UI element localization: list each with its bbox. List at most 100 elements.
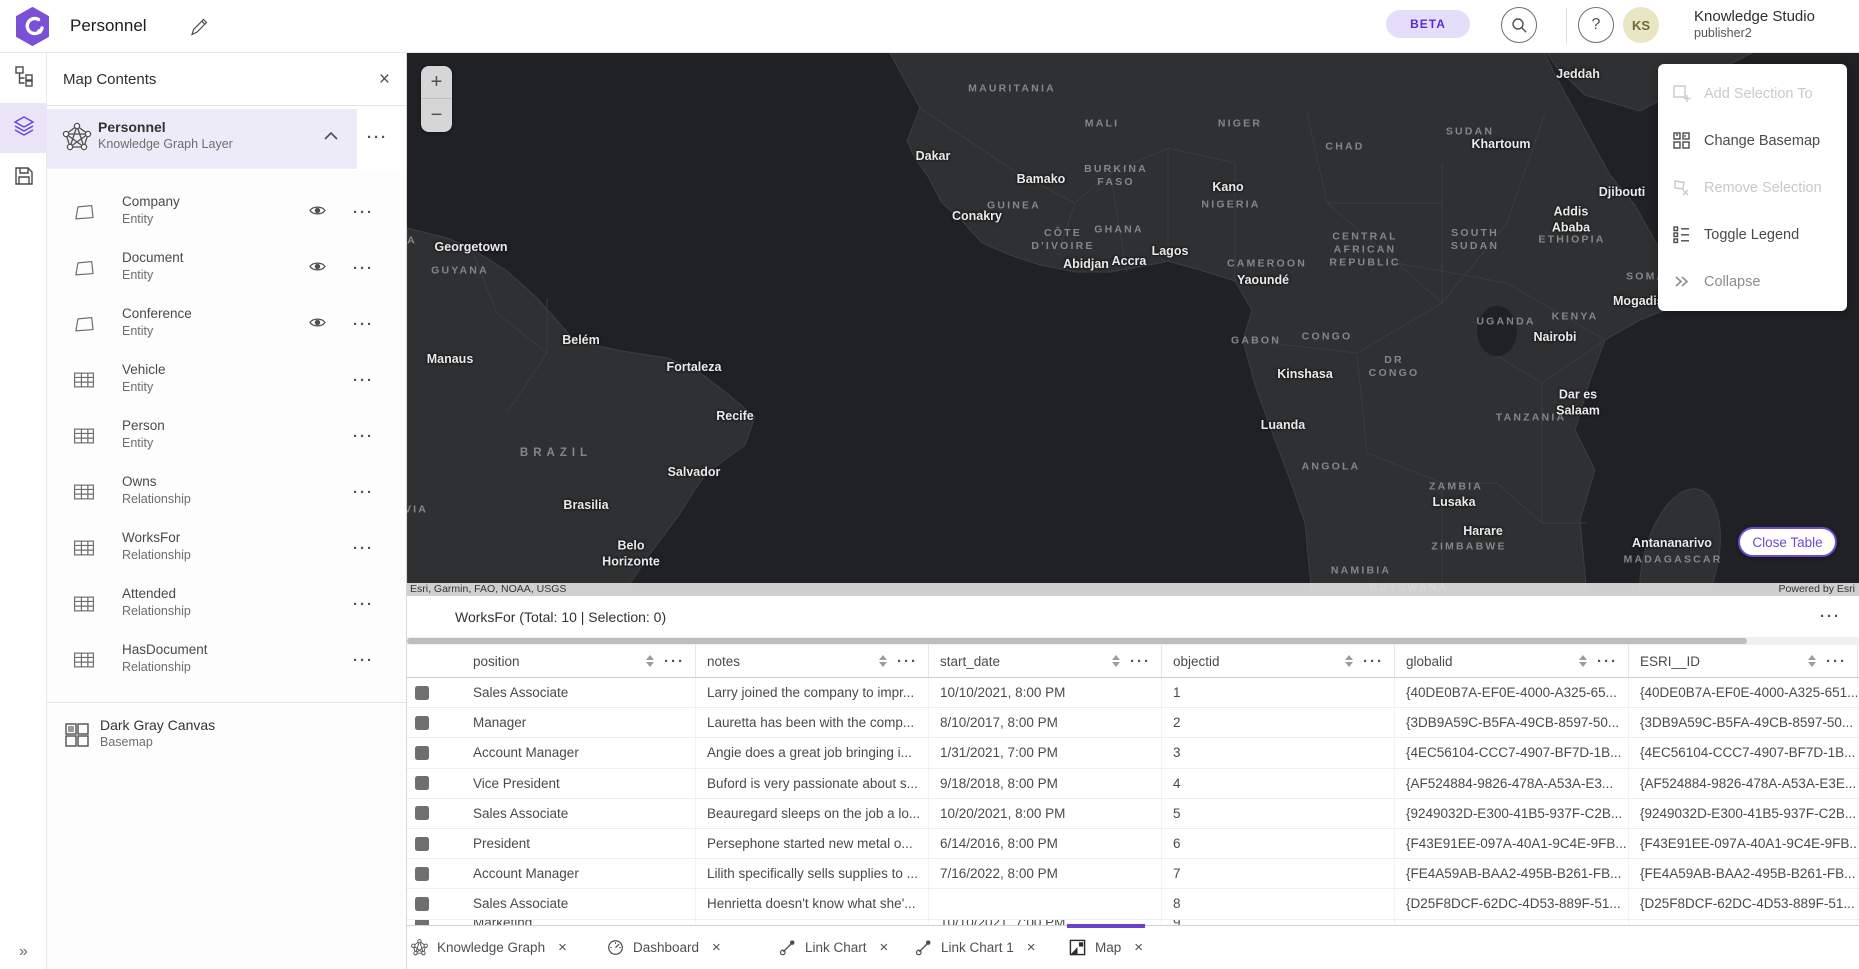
- sublayer-options-menu[interactable]: ···: [353, 653, 374, 668]
- table-row[interactable]: Account ManagerLilith specifically sells…: [407, 859, 1859, 889]
- tab-close-icon[interactable]: ×: [1027, 939, 1036, 956]
- tab-close-icon[interactable]: ×: [1134, 939, 1143, 956]
- table-row[interactable]: PresidentPersephone started new metal o.…: [407, 829, 1859, 859]
- map-zoom-control: + −: [421, 66, 452, 132]
- column-header-globalid[interactable]: globalid···: [1395, 645, 1629, 677]
- sublayer-row-company[interactable]: CompanyEntity···: [47, 184, 406, 240]
- menu-item-toggle-legend[interactable]: Toggle Legend: [1658, 211, 1847, 258]
- tab-dashboard[interactable]: Dashboard×: [605, 926, 723, 969]
- panel-close-icon[interactable]: ×: [379, 70, 390, 89]
- scrollbar-thumb[interactable]: [407, 638, 1747, 644]
- knowledge-graph-layer-icon: [62, 122, 92, 152]
- edit-title-pencil-icon[interactable]: [190, 18, 208, 36]
- map-canvas[interactable]: GeorgetownGUYANAAManausBelémFortalezaRec…: [407, 53, 1859, 596]
- tab-close-icon[interactable]: ×: [712, 939, 721, 956]
- table-horizontal-scrollbar[interactable]: [407, 637, 1859, 645]
- basemap-icon: [1672, 131, 1691, 150]
- rail-item-hierarchy[interactable]: [0, 53, 47, 103]
- sublayer-row-attended[interactable]: AttendedRelationship···: [47, 576, 406, 632]
- column-options-menu[interactable]: ···: [1597, 654, 1618, 669]
- sublayer-options-menu[interactable]: ···: [353, 317, 374, 332]
- cell-globalid: {4EC56104-CCC7-4907-BF7D-1B...: [1395, 738, 1629, 767]
- sublayer-options-menu[interactable]: ···: [353, 485, 374, 500]
- menu-item-change-basemap[interactable]: Change Basemap: [1658, 117, 1847, 164]
- sort-icon[interactable]: [1579, 655, 1587, 667]
- table-row[interactable]: ManagerLauretta has been with the comp..…: [407, 708, 1859, 738]
- zoom-in-button[interactable]: +: [421, 66, 452, 99]
- polygon-icon: [72, 256, 96, 280]
- user-avatar[interactable]: KS: [1623, 7, 1659, 43]
- column-options-menu[interactable]: ···: [1363, 654, 1384, 669]
- table-options-menu[interactable]: ···: [1820, 609, 1841, 624]
- sort-icon[interactable]: [879, 655, 887, 667]
- collapse-layer-chevron-icon[interactable]: [323, 130, 339, 142]
- table-row[interactable]: Sales AssociateBeauregard sleeps on the …: [407, 799, 1859, 829]
- sort-icon[interactable]: [1808, 655, 1816, 667]
- column-header-objectid[interactable]: objectid···: [1162, 645, 1395, 677]
- zoom-out-button[interactable]: −: [421, 99, 452, 132]
- tab-close-icon[interactable]: ×: [558, 939, 567, 956]
- column-header-position[interactable]: position···: [462, 645, 696, 677]
- row-checkbox[interactable]: [415, 867, 429, 881]
- search-button[interactable]: [1501, 7, 1537, 43]
- sublayer-options-menu[interactable]: ···: [353, 373, 374, 388]
- rail-item-save[interactable]: [0, 153, 47, 203]
- sort-icon[interactable]: [1112, 655, 1120, 667]
- column-header-notes[interactable]: notes···: [696, 645, 929, 677]
- column-options-menu[interactable]: ···: [664, 654, 685, 669]
- knowledge-graph-layer-row[interactable]: Personnel Knowledge Graph Layer ···: [47, 106, 406, 170]
- tab-link-chart-1[interactable]: Link Chart 1×: [913, 926, 1038, 969]
- sublayer-options-menu[interactable]: ···: [353, 597, 374, 612]
- sublayer-row-document[interactable]: DocumentEntity···: [47, 240, 406, 296]
- sublayer-row-worksfor[interactable]: WorksForRelationship···: [47, 520, 406, 576]
- column-options-menu[interactable]: ···: [1826, 654, 1847, 669]
- map-icon: [1069, 939, 1086, 956]
- table-row[interactable]: Sales AssociateLarry joined the company …: [407, 678, 1859, 708]
- table-row[interactable]: Sales AssociateHenrietta doesn't know wh…: [407, 889, 1859, 919]
- tab-close-icon[interactable]: ×: [880, 939, 889, 956]
- sublayer-options-menu[interactable]: ···: [353, 429, 374, 444]
- tab-map[interactable]: Map×: [1067, 926, 1145, 969]
- row-checkbox[interactable]: [415, 837, 429, 851]
- tab-link-chart[interactable]: Link Chart×: [777, 926, 890, 969]
- row-checkbox[interactable]: [415, 897, 429, 911]
- row-checkbox[interactable]: [415, 776, 429, 790]
- map-contents-panel: Map Contents × Personnel Knowledge Graph…: [47, 53, 407, 969]
- visibility-eye-icon[interactable]: [309, 204, 326, 217]
- sublayer-row-owns[interactable]: OwnsRelationship···: [47, 464, 406, 520]
- basemap-row[interactable]: Dark Gray Canvas Basemap: [47, 703, 406, 767]
- table-row[interactable]: Account ManagerAngie does a great job br…: [407, 738, 1859, 768]
- brand-block: Knowledge Studio publisher2: [1694, 8, 1844, 40]
- sort-icon[interactable]: [1345, 655, 1353, 667]
- row-checkbox[interactable]: [415, 746, 429, 760]
- cell-position: Sales Associate: [462, 799, 696, 828]
- rail-collapse-button[interactable]: »: [0, 943, 47, 961]
- visibility-eye-icon[interactable]: [309, 260, 326, 273]
- column-header-esri__id[interactable]: ESRI__ID···: [1629, 645, 1858, 677]
- rail-item-layers[interactable]: [0, 103, 47, 153]
- legend-icon: [1672, 225, 1691, 244]
- sublayer-row-vehicle[interactable]: VehicleEntity···: [47, 352, 406, 408]
- layer-options-menu[interactable]: ···: [367, 130, 388, 145]
- column-options-menu[interactable]: ···: [1130, 654, 1151, 669]
- sublayer-options-menu[interactable]: ···: [353, 541, 374, 556]
- column-header-start_date[interactable]: start_date···: [929, 645, 1162, 677]
- row-checkbox[interactable]: [415, 806, 429, 820]
- row-checkbox[interactable]: [415, 716, 429, 730]
- table-row[interactable]: Vice PresidentBuford is very passionate …: [407, 769, 1859, 799]
- sublayer-row-person[interactable]: PersonEntity···: [47, 408, 406, 464]
- close-table-button[interactable]: Close Table: [1738, 527, 1837, 557]
- row-checkbox[interactable]: [415, 920, 429, 925]
- column-options-menu[interactable]: ···: [897, 654, 918, 669]
- sublayer-row-conference[interactable]: ConferenceEntity···: [47, 296, 406, 352]
- menu-item-collapse[interactable]: Collapse: [1658, 258, 1847, 305]
- row-checkbox[interactable]: [415, 686, 429, 700]
- tab-knowledge-graph[interactable]: Knowledge Graph×: [409, 926, 569, 969]
- visibility-eye-icon[interactable]: [309, 316, 326, 329]
- sort-icon[interactable]: [646, 655, 654, 667]
- help-button[interactable]: ?: [1578, 7, 1614, 43]
- sublayer-options-menu[interactable]: ···: [353, 205, 374, 220]
- cell-objectid: 9: [1162, 920, 1395, 925]
- sublayer-options-menu[interactable]: ···: [353, 261, 374, 276]
- sublayer-row-hasdocument[interactable]: HasDocumentRelationship···: [47, 632, 406, 688]
